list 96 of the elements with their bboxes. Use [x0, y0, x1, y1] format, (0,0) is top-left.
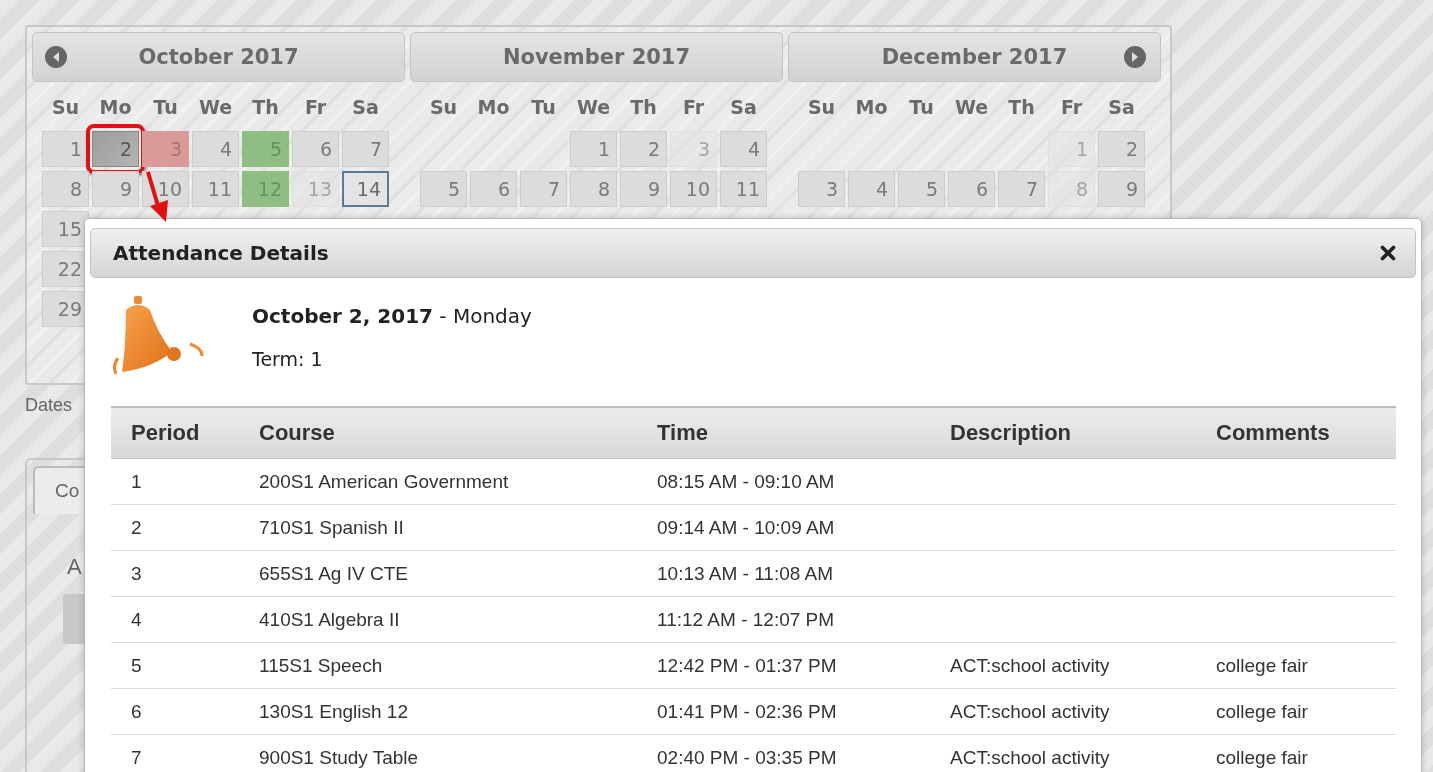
table-cell-text: 1 [130, 470, 143, 493]
day-cell[interactable]: 1 [42, 131, 89, 167]
dialog-title: Attendance Details [113, 241, 329, 265]
table-cell-text: 12:42 PM - 01:37 PM [656, 654, 838, 677]
day-cell[interactable]: 4 [848, 171, 895, 207]
day-cell[interactable]: 11 [720, 171, 767, 207]
table-cell-text: ACT:school activity [949, 746, 1111, 769]
day-cell[interactable]: 10 [670, 171, 717, 207]
table-cell-text: 900S1 Study Table [258, 746, 420, 769]
day-cell[interactable]: 8 [1048, 171, 1095, 207]
column-header: Course [258, 420, 336, 446]
table-cell-text: 02:40 PM - 03:35 PM [656, 746, 838, 769]
table-cell-text: 7 [130, 746, 143, 769]
weekday-label: Mo [854, 96, 889, 118]
day-cell[interactable]: 4 [192, 131, 239, 167]
day-cell[interactable]: 9 [1098, 171, 1145, 207]
table-cell-text: 410S1 Algebra II [258, 608, 401, 631]
weekday-label: Su [428, 96, 459, 118]
day-cell[interactable]: 15 [42, 211, 89, 247]
table-cell-text: 655S1 Ag IV CTE [258, 562, 409, 585]
day-cell[interactable]: 6 [948, 171, 995, 207]
table-cell-text: 115S1 Speech [258, 654, 384, 677]
dates-label: Dates [25, 395, 74, 416]
day-cell[interactable]: 1 [1048, 131, 1095, 167]
table-cell-text: 710S1 Spanish II [258, 516, 405, 539]
weekday-label: Sa [351, 96, 380, 118]
day-cell[interactable]: 8 [42, 171, 89, 207]
weekday-label: Fr [303, 96, 328, 118]
day-cell[interactable]: 1 [570, 131, 617, 167]
day-cell[interactable]: 8 [570, 171, 617, 207]
weekday-label: Mo [98, 96, 133, 118]
term-text: Term: 1 [252, 348, 324, 370]
day-cell[interactable]: 5 [898, 171, 945, 207]
weekday-label: Mo [476, 96, 511, 118]
weekday-label: Tu [530, 96, 557, 118]
weekday-label: Tu [908, 96, 935, 118]
day-cell[interactable]: 2 [1098, 131, 1145, 167]
day-cell[interactable]: 11 [192, 171, 239, 207]
day-cell[interactable]: 4 [720, 131, 767, 167]
day-cell[interactable]: 5 [420, 171, 467, 207]
weekday-label: Fr [1059, 96, 1084, 118]
column-header: Period [130, 420, 201, 446]
weekday-label: Th [251, 96, 280, 118]
weekday-label: Tu [152, 96, 179, 118]
table-cell-text: college fair [1215, 654, 1309, 677]
table-cell-text: 3 [130, 562, 143, 585]
day-cell[interactable]: 7 [520, 171, 567, 207]
day-cell[interactable]: 7 [342, 131, 389, 167]
weekday-label: We [197, 96, 234, 118]
month-title: December 2017 [788, 32, 1161, 82]
weekday-label: Th [629, 96, 658, 118]
previous-month-button[interactable] [45, 46, 67, 68]
table-cell-text: ACT:school activity [949, 654, 1111, 677]
column-header: Time [656, 420, 709, 446]
table-cell-text: ACT:school activity [949, 700, 1111, 723]
table-cell-text: 6 [130, 700, 143, 723]
table-cell-text: college fair [1215, 700, 1309, 723]
month-title: October 2017 [32, 32, 405, 82]
weekday-label: Sa [729, 96, 758, 118]
day-cell[interactable]: 9 [92, 171, 139, 207]
day-cell[interactable]: 2 [92, 131, 139, 167]
left-triangle-icon [51, 51, 61, 63]
table-cell-text: 01:41 PM - 02:36 PM [656, 700, 838, 723]
panel-label: A [67, 554, 82, 580]
day-cell[interactable]: 6 [292, 131, 339, 167]
weekday-label: Su [50, 96, 81, 118]
column-header: Comments [1215, 420, 1331, 446]
table-cell-text: 130S1 English 12 [258, 700, 409, 723]
day-cell[interactable]: 13 [292, 171, 339, 207]
month-title: November 2017 [410, 32, 783, 82]
weekday-label: Th [1007, 96, 1036, 118]
day-cell[interactable]: 3 [798, 171, 845, 207]
next-month-button[interactable] [1124, 46, 1146, 68]
table-cell-text: 4 [130, 608, 143, 631]
weekday-label: Sa [1107, 96, 1136, 118]
table-cell-text: 10:13 AM - 11:08 AM [656, 562, 835, 585]
date-text: October 2, 2017 - Monday [252, 304, 532, 328]
weekday-label: We [953, 96, 990, 118]
column-header: Description [949, 420, 1073, 446]
day-cell[interactable]: 2 [620, 131, 667, 167]
table-cell-text: college fair [1215, 746, 1309, 769]
table-cell-text: 2 [130, 516, 143, 539]
day-cell[interactable]: 6 [470, 171, 517, 207]
table-cell-text: 08:15 AM - 09:10 AM [656, 470, 836, 493]
day-cell[interactable]: 9 [620, 171, 667, 207]
weekday-label: Su [806, 96, 837, 118]
right-triangle-icon [1130, 51, 1140, 63]
table-cell-text: 200S1 American Government [258, 470, 510, 493]
table-cell-text: 11:12 AM - 12:07 PM [656, 608, 836, 631]
weekday-label: We [575, 96, 612, 118]
weekday-label: Fr [681, 96, 706, 118]
table-cell-text: 09:14 AM - 10:09 AM [656, 516, 836, 539]
day-cell[interactable]: 3 [670, 131, 717, 167]
day-cell[interactable]: 14 [342, 171, 389, 207]
table-cell-text: 5 [130, 654, 143, 677]
day-cell[interactable]: 7 [998, 171, 1045, 207]
